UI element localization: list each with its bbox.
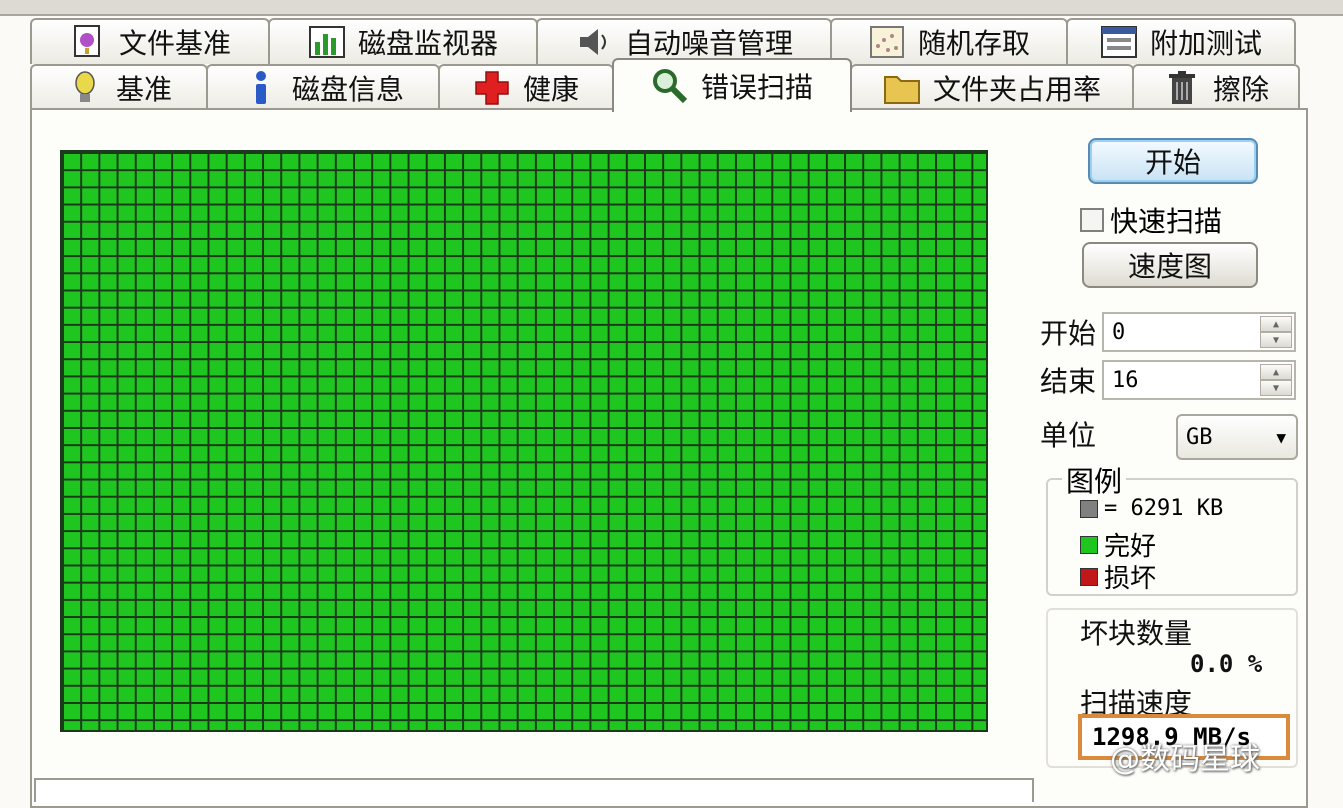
end-spinner[interactable]: 16 ▲ ▼	[1102, 360, 1296, 400]
tab-extra-tests[interactable]: 附加测试	[1066, 18, 1296, 64]
bad-blocks-label: 坏块数量	[1080, 617, 1193, 650]
watermark-text: @数码星球	[1110, 742, 1260, 777]
unit-value: GB	[1186, 424, 1213, 450]
tab-erase[interactable]: 擦除	[1132, 64, 1300, 110]
trash-icon	[1163, 69, 1201, 107]
end-value: 16	[1112, 367, 1139, 393]
window-top-edge	[0, 0, 1343, 16]
legend-block-size-text: = 6291 KB	[1104, 496, 1224, 521]
spin-up-icon[interactable]: ▲	[1260, 316, 1292, 332]
legend-block-size: = 6291 KB	[1080, 496, 1223, 521]
extra-tests-icon	[1100, 23, 1138, 61]
tab-label: 自动噪音管理	[624, 27, 793, 60]
disk-monitor-icon	[308, 23, 346, 61]
spin-down-icon[interactable]: ▼	[1260, 380, 1292, 396]
tab-row-front: 基准 磁盘信息 健康 错误扫描 文件夹占用率 擦除	[30, 58, 1303, 112]
info-icon	[242, 69, 280, 107]
red-swatch-icon	[1080, 567, 1098, 586]
random-access-icon	[868, 23, 906, 61]
tab-health[interactable]: 健康	[438, 64, 614, 110]
tab-label: 错误扫描	[700, 71, 813, 104]
tab-disk-info[interactable]: 磁盘信息	[206, 64, 440, 110]
file-benchmark-icon	[69, 23, 107, 61]
start-spinner[interactable]: 0 ▲ ▼	[1102, 312, 1296, 352]
speed-map-button[interactable]: 速度图	[1082, 242, 1258, 288]
tab-label: 附加测试	[1149, 27, 1262, 60]
tab-random-access[interactable]: 随机存取	[830, 18, 1068, 64]
lightbulb-icon	[66, 69, 104, 107]
scan-block-grid	[60, 150, 988, 732]
legend-bad-text: 损坏	[1104, 564, 1157, 594]
speaker-icon	[575, 23, 613, 61]
tab-label: 随机存取	[917, 27, 1030, 60]
tab-label: 文件基准	[118, 27, 231, 60]
folder-icon	[883, 69, 921, 107]
quick-scan-checkbox[interactable]	[1080, 208, 1104, 232]
tab-folder-usage[interactable]: 文件夹占用率	[850, 64, 1134, 110]
health-cross-icon	[473, 69, 511, 107]
end-spinner-arrows[interactable]: ▲ ▼	[1260, 364, 1292, 396]
green-swatch-icon	[1080, 535, 1098, 554]
chevron-down-icon: ▼	[1276, 428, 1286, 447]
magnifier-icon	[651, 67, 689, 105]
start-value: 0	[1112, 319, 1126, 345]
tab-error-scan[interactable]: 错误扫描	[612, 58, 852, 112]
legend-bad: 损坏	[1080, 558, 1156, 595]
quick-scan-option[interactable]: 快速扫描	[1080, 200, 1222, 240]
unit-label: 单位	[1040, 419, 1097, 452]
start-spinner-arrows[interactable]: ▲ ▼	[1260, 316, 1292, 348]
start-label: 开始	[1040, 317, 1097, 350]
tab-label: 健康	[522, 73, 579, 106]
spin-up-icon[interactable]: ▲	[1260, 364, 1292, 380]
quick-scan-label: 快速扫描	[1110, 205, 1223, 238]
unit-select[interactable]: GB ▼	[1176, 414, 1298, 460]
legend-title: 图例	[1062, 460, 1127, 500]
tab-benchmark[interactable]: 基准	[30, 64, 208, 110]
gray-swatch-icon	[1080, 499, 1098, 518]
tab-label: 磁盘监视器	[357, 27, 498, 60]
status-area	[34, 778, 1034, 802]
tab-file-benchmark[interactable]: 文件基准	[30, 18, 270, 64]
end-label: 结束	[1040, 365, 1097, 398]
tab-label: 文件夹占用率	[932, 73, 1101, 106]
tab-disk-monitor[interactable]: 磁盘监视器	[268, 18, 538, 64]
tab-label: 基准	[115, 73, 172, 106]
spin-down-icon[interactable]: ▼	[1260, 332, 1292, 348]
tab-label: 擦除	[1212, 73, 1269, 106]
bad-blocks-value: 0.0 %	[1190, 650, 1263, 678]
start-button[interactable]: 开始	[1088, 138, 1258, 184]
tab-label: 磁盘信息	[291, 73, 404, 106]
